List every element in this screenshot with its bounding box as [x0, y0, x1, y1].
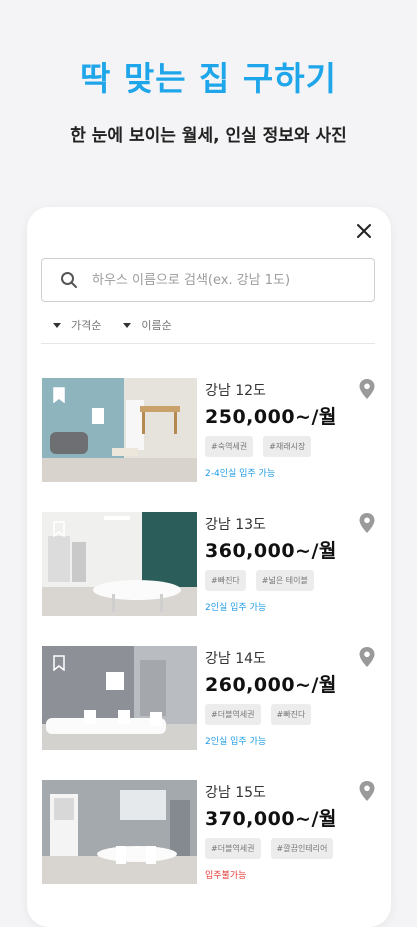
- listing-price: 250,000~/월: [205, 406, 337, 428]
- listing-name: 강남 12도: [205, 383, 266, 399]
- tag-badge: #넓은 테이블: [255, 570, 314, 591]
- listing-price: 260,000~/월: [205, 674, 337, 696]
- sort-by-name[interactable]: 이름순: [123, 317, 172, 333]
- house-search-card: 가격순 이름순: [27, 207, 391, 927]
- listing-tags: #숙역세권 #재래시장: [205, 436, 312, 457]
- location-pin-icon[interactable]: [358, 378, 376, 400]
- dropdown-arrow-icon: [123, 322, 132, 328]
- bookmark-icon[interactable]: [53, 387, 65, 403]
- search-input[interactable]: [90, 271, 374, 289]
- divider: [41, 343, 375, 344]
- listing-tags: #더블역세권 #깔끔인테리어: [205, 838, 334, 859]
- listing-price: 360,000~/월: [205, 540, 337, 562]
- location-pin-icon[interactable]: [358, 780, 376, 802]
- listing-name: 강남 15도: [205, 785, 266, 801]
- listing-item[interactable]: 강남 15도 370,000~/월 #더블역세권 #깔끔인테리어 입주불가능: [42, 780, 376, 884]
- listing-photo: [42, 378, 197, 482]
- tag-badge: #깔끔인테리어: [270, 838, 334, 859]
- location-pin-icon[interactable]: [358, 512, 376, 534]
- hero-title: 딱 맞는 집 구하기: [80, 59, 337, 98]
- listing-price: 370,000~/월: [205, 808, 337, 830]
- tag-badge: #빠진다: [270, 704, 312, 725]
- listing-item[interactable]: 강남 13도 360,000~/월 #빠진다 #넓은 테이블 2인실 입주 가능: [42, 512, 376, 616]
- listing-photo: [42, 512, 197, 616]
- search-box: [41, 258, 375, 302]
- listing-item[interactable]: 강남 14도 260,000~/월 #더블역세권 #빠진다 2인실 입주 가능: [42, 646, 376, 750]
- dropdown-arrow-icon: [53, 322, 61, 328]
- listing-name: 강남 13도: [205, 517, 266, 533]
- sort-by-price[interactable]: 가격순: [53, 317, 101, 333]
- listing-status: 2인실 입주 가능: [205, 737, 267, 747]
- tag-badge: #재래시장: [263, 436, 312, 457]
- listing-photo: [42, 646, 197, 750]
- tag-badge: #숙역세권: [205, 436, 254, 457]
- bookmark-icon[interactable]: [53, 521, 65, 537]
- listing-status: 입주불가능: [205, 871, 247, 881]
- listing-tags: #빠진다 #넓은 테이블: [205, 570, 314, 591]
- tag-badge: #더블역세권: [205, 838, 261, 859]
- listing-name: 강남 14도: [205, 651, 266, 667]
- bookmark-icon[interactable]: [53, 655, 65, 671]
- location-pin-icon[interactable]: [358, 646, 376, 668]
- listing-item[interactable]: 강남 12도 250,000~/월 #숙역세권 #재래시장 2-4인실 입주 가…: [42, 378, 376, 482]
- sort-options: 가격순 이름순: [53, 317, 172, 333]
- listing-status: 2인실 입주 가능: [205, 603, 267, 613]
- listing-status: 2-4인실 입주 가능: [205, 469, 276, 479]
- tag-badge: #더블역세권: [205, 704, 261, 725]
- hero-subtitle: 한 눈에 보이는 월세, 인실 정보와 사진: [70, 126, 347, 146]
- search-icon: [61, 272, 77, 288]
- sort-label: 가격순: [71, 319, 102, 332]
- listing-photo: [42, 780, 197, 884]
- tag-badge: #빠진다: [205, 570, 246, 591]
- sort-label: 이름순: [141, 319, 172, 332]
- close-icon[interactable]: [354, 221, 374, 241]
- listing-tags: #더블역세권 #빠진다: [205, 704, 312, 725]
